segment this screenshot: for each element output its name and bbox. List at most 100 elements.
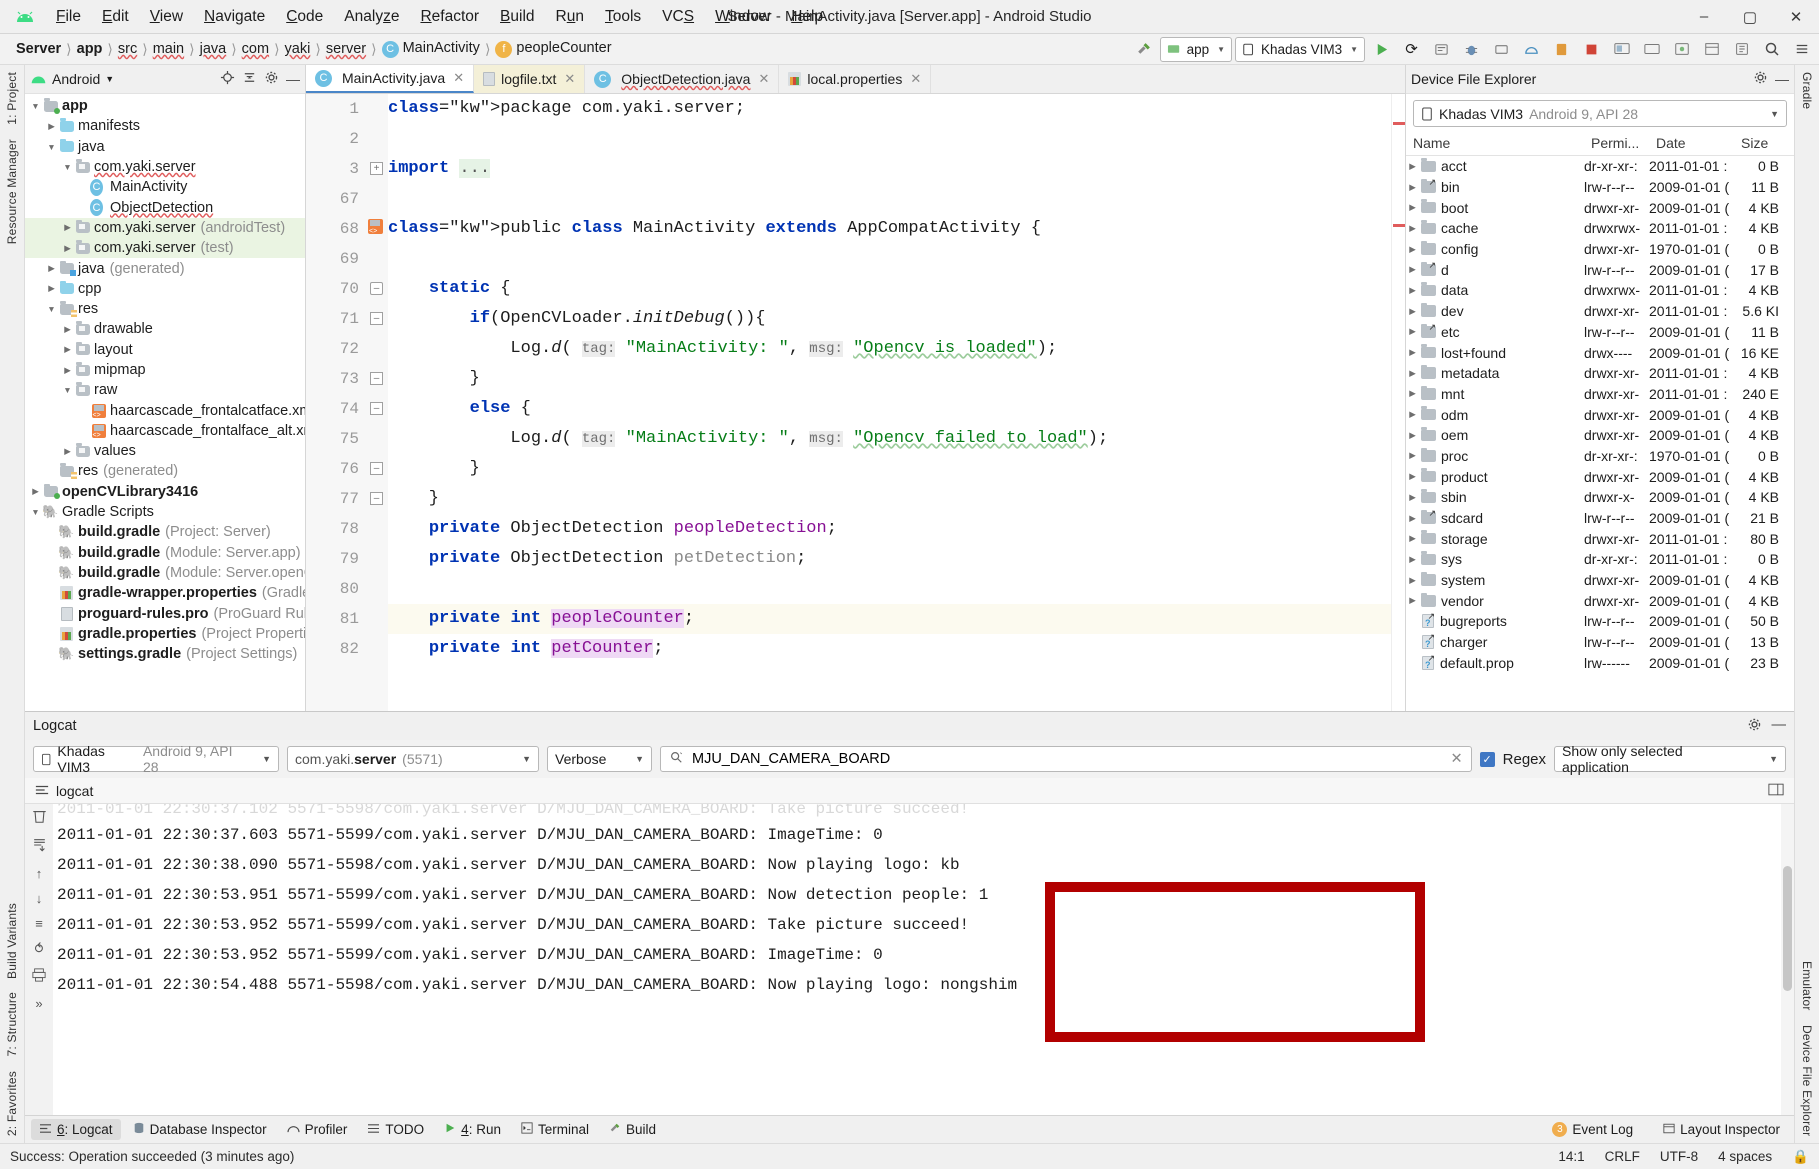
logcat-level-selector[interactable]: Verbose ▼ [547, 746, 652, 772]
tree-expander-icon[interactable]: ▶ [1406, 513, 1419, 524]
virtual-device-icon[interactable] [1668, 36, 1695, 62]
breadcrumb-mainactivity[interactable]: C MainActivity [378, 39, 484, 59]
menu-item-navigate[interactable]: Navigate [194, 5, 275, 29]
menu-bar[interactable]: File Edit View Navigate Code Analyze Ref… [46, 5, 833, 29]
code-line[interactable] [388, 124, 1391, 154]
code-line[interactable] [388, 184, 1391, 214]
editor-tab[interactable]: local.properties ✕ [779, 65, 932, 93]
left-tool-rail[interactable]: 1: Project Resource Manager Build Varian… [0, 65, 25, 1143]
bottom-tab-profiler[interactable]: Profiler [279, 1119, 356, 1140]
logcat-side-actions[interactable]: ↑ ↓ ≡ ⥀ » [25, 804, 53, 1115]
tree-expander-icon[interactable]: ▼ [61, 385, 74, 395]
tool-tab-project[interactable]: 1: Project [1, 65, 23, 132]
tree-expander-icon[interactable]: ▶ [1406, 492, 1419, 503]
breadcrumb-server-pkg[interactable]: server [322, 40, 370, 58]
close-icon[interactable]: ✕ [758, 71, 769, 87]
tree-expander-icon[interactable]: ▶ [1406, 595, 1419, 606]
dfe-col-date[interactable]: Date [1649, 135, 1734, 151]
tree-expander-icon[interactable]: ▶ [29, 486, 42, 497]
clear-search-icon[interactable]: ✕ [1450, 751, 1462, 767]
bottom-tool-tabs[interactable]: 6: Logcat Database Inspector Profiler TODO 4… [25, 1115, 1794, 1143]
breadcrumb-peoplecounter[interactable]: f peopleCounter [491, 39, 615, 59]
code-line[interactable]: Log.d( tag: "MainActivity: ", msg: "Open… [388, 334, 1391, 364]
main-toolbar[interactable]: app ▼ Khadas VIM3 ▼ ⟳ [1130, 34, 1819, 64]
tree-expander-icon[interactable]: ▶ [1406, 264, 1419, 275]
logcat-header-actions[interactable]: — [1747, 717, 1786, 736]
dfe-row[interactable]: ▶ mnt drwxr-xr- 2011-01-01 : 240 E [1406, 384, 1794, 405]
close-icon[interactable]: ✕ [564, 71, 575, 87]
menu-item-window[interactable]: Window [705, 5, 780, 29]
menu-item-tools[interactable]: Tools [595, 5, 651, 29]
more-actions-icon[interactable]: » [35, 996, 42, 1011]
bottom-tab-run[interactable]: 4: Run [436, 1119, 509, 1140]
tool-tab-gradle[interactable]: Gradle [1796, 65, 1818, 116]
menu-item-refactor[interactable]: Refactor [410, 5, 489, 29]
locate-file-icon[interactable] [220, 70, 235, 88]
project-tree-item[interactable]: 🐘 build.gradle (Module: Server.app) [25, 543, 305, 563]
close-icon[interactable]: ✕ [910, 71, 921, 87]
menu-item-analyze[interactable]: Analyze [334, 5, 409, 29]
rerun-button[interactable]: ⟳ [1398, 36, 1425, 62]
dfe-row[interactable]: bugreports lrw-r--r-- 2009-01-01 (50 B [1406, 611, 1794, 632]
editor-marker-strip[interactable] [1391, 94, 1405, 711]
tree-expander-icon[interactable]: ▶ [1406, 388, 1419, 399]
project-panel-actions[interactable]: — [220, 70, 300, 88]
hide-panel-icon[interactable]: — [1775, 71, 1789, 87]
tree-expander-icon[interactable]: ▶ [1406, 450, 1419, 461]
dfe-row[interactable]: ▶ sdcard lrw-r--r-- 2009-01-01 (21 B [1406, 508, 1794, 529]
code-content[interactable]: class="kw">package com.yaki.server; impo… [388, 94, 1391, 711]
device-explorer-icon[interactable] [1728, 36, 1755, 62]
scroll-to-end-icon[interactable] [32, 837, 47, 856]
logcat-subtab-actions[interactable] [1768, 783, 1784, 799]
project-tree-item[interactable]: ▶ mipmap [25, 360, 305, 380]
project-tree-item[interactable]: 🐘build.gradle(Module: Server.openCVLib [25, 563, 305, 583]
dfe-row[interactable]: ▶ storage drwxr-xr- 2011-01-01 : 80 B [1406, 528, 1794, 549]
caret-position[interactable]: 14:1 [1558, 1149, 1584, 1164]
tree-expander-icon[interactable]: ▶ [1406, 575, 1419, 586]
clear-logcat-icon[interactable] [32, 808, 47, 827]
tree-expander-icon[interactable]: ▶ [1406, 554, 1419, 565]
bottom-right-tabs[interactable]: 3 Event Log Layout Inspector [1544, 1119, 1788, 1140]
tree-expander-icon[interactable]: ▼ [29, 101, 42, 111]
hide-panel-icon[interactable]: — [286, 71, 300, 87]
logcat-device-selector[interactable]: Khadas VIM3 Android 9, API 28 ▼ [33, 743, 279, 775]
editor-tab[interactable]: C MainActivity.java ✕ [306, 65, 475, 93]
profiler-button[interactable] [1518, 36, 1545, 62]
dfe-row[interactable]: ▶ bin lrw-r--r-- 2009-01-01 (11 B [1406, 177, 1794, 198]
code-line[interactable]: class="kw">package com.yaki.server; [388, 94, 1391, 124]
bottom-tab-terminal[interactable]: Terminal [513, 1119, 597, 1140]
dfe-row[interactable]: ▶ oem drwxr-xr- 2009-01-01 (4 KB [1406, 425, 1794, 446]
logcat-toolbar[interactable]: Khadas VIM3 Android 9, API 28 ▼ com.yaki… [25, 740, 1794, 778]
tree-expander-icon[interactable]: ▶ [1406, 533, 1419, 544]
tree-expander-icon[interactable]: ▶ [1406, 471, 1419, 482]
breadcrumb-java[interactable]: java [196, 40, 231, 58]
dfe-col-permissions[interactable]: Permi... [1584, 135, 1649, 151]
minimize-button[interactable]: – [1681, 0, 1727, 33]
fold-collapse-if-icon[interactable]: – [370, 312, 383, 325]
tree-expander-icon[interactable]: ▶ [1406, 430, 1419, 441]
logcat-search-input[interactable] [690, 750, 1444, 768]
logcat-lines[interactable]: 2011-01-01 22:30:37.102 5571-5598/com.ya… [53, 804, 1781, 1115]
tree-expander-icon[interactable]: ▶ [61, 365, 74, 376]
fold-collapse-static-icon[interactable]: – [370, 282, 383, 295]
dfe-column-headers[interactable]: Name Permi... Date Size [1406, 131, 1794, 156]
project-tree-item[interactable]: proguard-rules.pro(ProGuard Rules for [25, 603, 305, 623]
menu-item-help[interactable]: Help [781, 5, 833, 29]
project-tree-item[interactable]: ▶ openCVLibrary3416 [25, 482, 305, 502]
dfe-row[interactable]: ▶ sys dr-xr-xr-: 2011-01-01 : 0 B [1406, 549, 1794, 570]
tree-expander-icon[interactable]: ▶ [1406, 368, 1419, 379]
project-tree-item[interactable]: ▼ com.yaki.server [25, 157, 305, 177]
tree-expander-icon[interactable]: ▶ [45, 263, 58, 274]
code-line[interactable] [388, 244, 1391, 274]
scroll-up-icon[interactable]: ↑ [36, 866, 43, 881]
code-line[interactable]: private ObjectDetection peopleDetection; [388, 514, 1391, 544]
logcat-scroll-thumb[interactable] [1783, 866, 1792, 991]
sdk-manager-icon[interactable] [1638, 36, 1665, 62]
tree-expander-icon[interactable]: ▶ [1406, 347, 1419, 358]
code-line[interactable]: class="kw">public class MainActivity ext… [388, 214, 1391, 244]
project-tree-item[interactable]: C MainActivity [25, 177, 305, 197]
dfe-row[interactable]: ▶ data drwxrwx- 2011-01-01 : 4 KB [1406, 280, 1794, 301]
split-view-icon[interactable] [1768, 783, 1784, 799]
logcat-subtab-label[interactable]: logcat [56, 783, 93, 799]
code-line[interactable]: static { [388, 274, 1391, 304]
